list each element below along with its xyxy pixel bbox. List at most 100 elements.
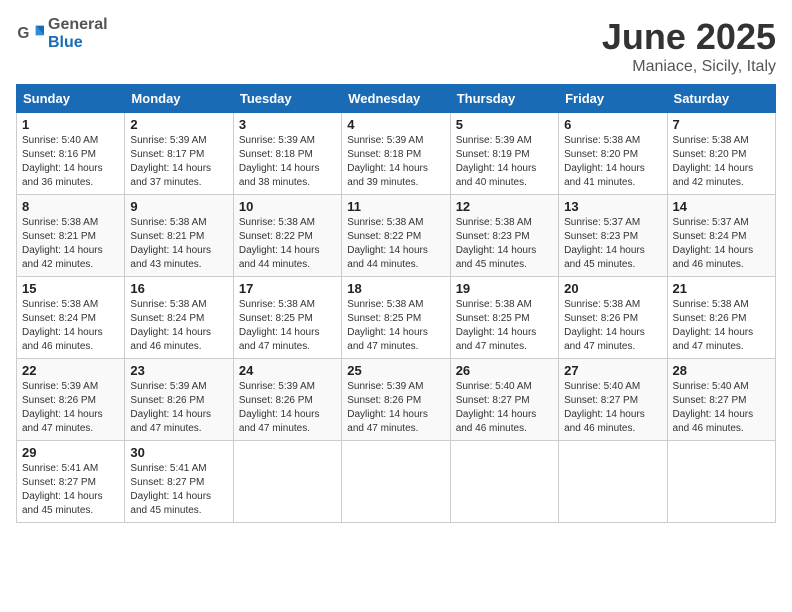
day-number: 20	[564, 281, 661, 296]
calendar-day-cell: 6 Sunrise: 5:38 AM Sunset: 8:20 PM Dayli…	[559, 113, 667, 195]
day-info: Sunrise: 5:39 AM Sunset: 8:18 PM Dayligh…	[347, 134, 444, 190]
calendar-day-cell	[450, 441, 558, 523]
col-thursday: Thursday	[450, 85, 558, 113]
day-info: Sunrise: 5:38 AM Sunset: 8:22 PM Dayligh…	[239, 216, 336, 272]
calendar-day-cell	[342, 441, 450, 523]
day-number: 27	[564, 363, 661, 378]
day-number: 4	[347, 117, 444, 132]
day-info: Sunrise: 5:39 AM Sunset: 8:26 PM Dayligh…	[22, 380, 119, 436]
day-info: Sunrise: 5:38 AM Sunset: 8:21 PM Dayligh…	[130, 216, 227, 272]
calendar-day-cell: 12 Sunrise: 5:38 AM Sunset: 8:23 PM Dayl…	[450, 195, 558, 277]
calendar-week-row: 15 Sunrise: 5:38 AM Sunset: 8:24 PM Dayl…	[17, 277, 776, 359]
calendar-day-cell	[233, 441, 341, 523]
day-info: Sunrise: 5:39 AM Sunset: 8:26 PM Dayligh…	[239, 380, 336, 436]
day-number: 6	[564, 117, 661, 132]
calendar-header-row: Sunday Monday Tuesday Wednesday Thursday…	[17, 85, 776, 113]
day-number: 15	[22, 281, 119, 296]
title-area: June 2025 Maniace, Sicily, Italy	[602, 16, 776, 76]
day-info: Sunrise: 5:38 AM Sunset: 8:26 PM Dayligh…	[673, 298, 770, 354]
calendar-day-cell: 10 Sunrise: 5:38 AM Sunset: 8:22 PM Dayl…	[233, 195, 341, 277]
day-info: Sunrise: 5:38 AM Sunset: 8:26 PM Dayligh…	[564, 298, 661, 354]
day-info: Sunrise: 5:38 AM Sunset: 8:25 PM Dayligh…	[239, 298, 336, 354]
day-info: Sunrise: 5:38 AM Sunset: 8:20 PM Dayligh…	[673, 134, 770, 190]
location-subtitle: Maniace, Sicily, Italy	[602, 58, 776, 76]
day-number: 12	[456, 199, 553, 214]
col-sunday: Sunday	[17, 85, 125, 113]
calendar-day-cell: 29 Sunrise: 5:41 AM Sunset: 8:27 PM Dayl…	[17, 441, 125, 523]
calendar-day-cell: 8 Sunrise: 5:38 AM Sunset: 8:21 PM Dayli…	[17, 195, 125, 277]
calendar-day-cell: 26 Sunrise: 5:40 AM Sunset: 8:27 PM Dayl…	[450, 359, 558, 441]
day-number: 24	[239, 363, 336, 378]
col-wednesday: Wednesday	[342, 85, 450, 113]
day-number: 16	[130, 281, 227, 296]
calendar-day-cell: 9 Sunrise: 5:38 AM Sunset: 8:21 PM Dayli…	[125, 195, 233, 277]
col-monday: Monday	[125, 85, 233, 113]
day-info: Sunrise: 5:38 AM Sunset: 8:21 PM Dayligh…	[22, 216, 119, 272]
calendar-week-row: 29 Sunrise: 5:41 AM Sunset: 8:27 PM Dayl…	[17, 441, 776, 523]
calendar-day-cell: 28 Sunrise: 5:40 AM Sunset: 8:27 PM Dayl…	[667, 359, 775, 441]
calendar-day-cell: 14 Sunrise: 5:37 AM Sunset: 8:24 PM Dayl…	[667, 195, 775, 277]
calendar-day-cell: 23 Sunrise: 5:39 AM Sunset: 8:26 PM Dayl…	[125, 359, 233, 441]
day-info: Sunrise: 5:38 AM Sunset: 8:25 PM Dayligh…	[347, 298, 444, 354]
calendar-day-cell: 15 Sunrise: 5:38 AM Sunset: 8:24 PM Dayl…	[17, 277, 125, 359]
day-info: Sunrise: 5:40 AM Sunset: 8:16 PM Dayligh…	[22, 134, 119, 190]
day-info: Sunrise: 5:38 AM Sunset: 8:23 PM Dayligh…	[456, 216, 553, 272]
col-saturday: Saturday	[667, 85, 775, 113]
svg-text:G: G	[17, 25, 29, 42]
day-number: 11	[347, 199, 444, 214]
day-number: 26	[456, 363, 553, 378]
day-number: 30	[130, 445, 227, 460]
calendar-table: Sunday Monday Tuesday Wednesday Thursday…	[16, 84, 776, 523]
col-tuesday: Tuesday	[233, 85, 341, 113]
day-number: 17	[239, 281, 336, 296]
day-info: Sunrise: 5:39 AM Sunset: 8:17 PM Dayligh…	[130, 134, 227, 190]
day-info: Sunrise: 5:37 AM Sunset: 8:24 PM Dayligh…	[673, 216, 770, 272]
logo-blue: Blue	[48, 34, 83, 51]
calendar-day-cell: 18 Sunrise: 5:38 AM Sunset: 8:25 PM Dayl…	[342, 277, 450, 359]
calendar-day-cell: 19 Sunrise: 5:38 AM Sunset: 8:25 PM Dayl…	[450, 277, 558, 359]
day-info: Sunrise: 5:41 AM Sunset: 8:27 PM Dayligh…	[22, 462, 119, 518]
day-info: Sunrise: 5:41 AM Sunset: 8:27 PM Dayligh…	[130, 462, 227, 518]
calendar-day-cell: 1 Sunrise: 5:40 AM Sunset: 8:16 PM Dayli…	[17, 113, 125, 195]
calendar-day-cell: 11 Sunrise: 5:38 AM Sunset: 8:22 PM Dayl…	[342, 195, 450, 277]
calendar-day-cell: 22 Sunrise: 5:39 AM Sunset: 8:26 PM Dayl…	[17, 359, 125, 441]
day-info: Sunrise: 5:39 AM Sunset: 8:26 PM Dayligh…	[347, 380, 444, 436]
day-number: 21	[673, 281, 770, 296]
calendar-day-cell: 2 Sunrise: 5:39 AM Sunset: 8:17 PM Dayli…	[125, 113, 233, 195]
day-info: Sunrise: 5:38 AM Sunset: 8:25 PM Dayligh…	[456, 298, 553, 354]
calendar-day-cell: 25 Sunrise: 5:39 AM Sunset: 8:26 PM Dayl…	[342, 359, 450, 441]
logo-general: General	[48, 16, 108, 33]
day-info: Sunrise: 5:37 AM Sunset: 8:23 PM Dayligh…	[564, 216, 661, 272]
logo-icon: G	[16, 20, 44, 48]
day-number: 7	[673, 117, 770, 132]
day-number: 23	[130, 363, 227, 378]
day-number: 19	[456, 281, 553, 296]
day-number: 29	[22, 445, 119, 460]
calendar-week-row: 1 Sunrise: 5:40 AM Sunset: 8:16 PM Dayli…	[17, 113, 776, 195]
calendar-day-cell: 3 Sunrise: 5:39 AM Sunset: 8:18 PM Dayli…	[233, 113, 341, 195]
day-number: 3	[239, 117, 336, 132]
calendar-week-row: 22 Sunrise: 5:39 AM Sunset: 8:26 PM Dayl…	[17, 359, 776, 441]
day-info: Sunrise: 5:38 AM Sunset: 8:22 PM Dayligh…	[347, 216, 444, 272]
day-info: Sunrise: 5:39 AM Sunset: 8:26 PM Dayligh…	[130, 380, 227, 436]
day-number: 14	[673, 199, 770, 214]
day-number: 2	[130, 117, 227, 132]
day-number: 13	[564, 199, 661, 214]
calendar-day-cell: 16 Sunrise: 5:38 AM Sunset: 8:24 PM Dayl…	[125, 277, 233, 359]
day-info: Sunrise: 5:40 AM Sunset: 8:27 PM Dayligh…	[673, 380, 770, 436]
day-info: Sunrise: 5:38 AM Sunset: 8:24 PM Dayligh…	[130, 298, 227, 354]
calendar-day-cell	[667, 441, 775, 523]
day-info: Sunrise: 5:40 AM Sunset: 8:27 PM Dayligh…	[456, 380, 553, 436]
page-header: G General Blue June 2025 Maniace, Sicily…	[16, 16, 776, 76]
day-info: Sunrise: 5:39 AM Sunset: 8:19 PM Dayligh…	[456, 134, 553, 190]
day-info: Sunrise: 5:38 AM Sunset: 8:20 PM Dayligh…	[564, 134, 661, 190]
calendar-day-cell: 13 Sunrise: 5:37 AM Sunset: 8:23 PM Dayl…	[559, 195, 667, 277]
month-title: June 2025	[602, 16, 776, 58]
calendar-day-cell: 7 Sunrise: 5:38 AM Sunset: 8:20 PM Dayli…	[667, 113, 775, 195]
day-info: Sunrise: 5:38 AM Sunset: 8:24 PM Dayligh…	[22, 298, 119, 354]
day-number: 25	[347, 363, 444, 378]
calendar-day-cell: 30 Sunrise: 5:41 AM Sunset: 8:27 PM Dayl…	[125, 441, 233, 523]
day-info: Sunrise: 5:40 AM Sunset: 8:27 PM Dayligh…	[564, 380, 661, 436]
calendar-week-row: 8 Sunrise: 5:38 AM Sunset: 8:21 PM Dayli…	[17, 195, 776, 277]
day-number: 10	[239, 199, 336, 214]
